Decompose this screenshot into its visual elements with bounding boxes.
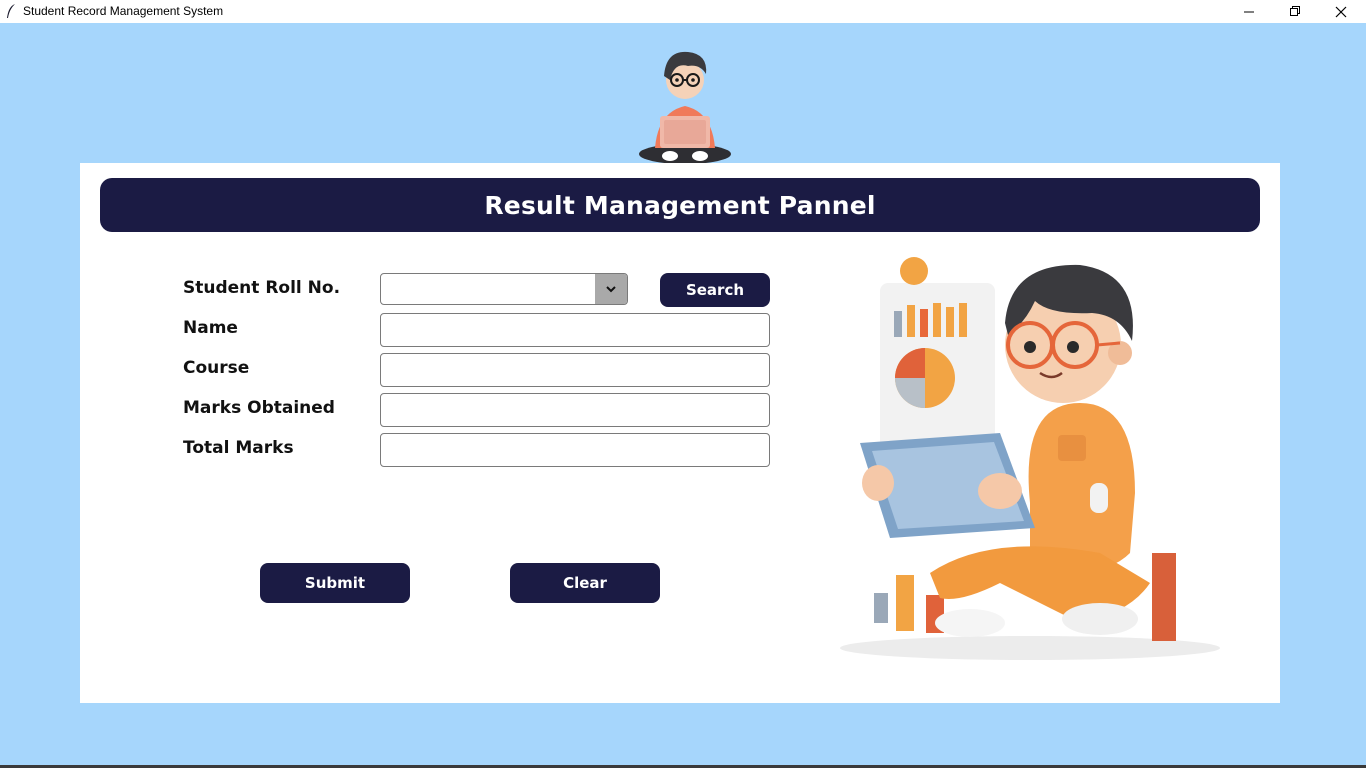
close-button[interactable]: [1318, 0, 1364, 23]
name-label: Name: [183, 318, 238, 338]
course-label: Course: [183, 358, 250, 378]
student-avatar-image: [639, 51, 731, 164]
window-titlebar: Student Record Management System: [0, 0, 1366, 23]
total-marks-label: Total Marks: [183, 438, 294, 458]
marks-obtained-field[interactable]: [380, 393, 770, 427]
chevron-down-icon: [606, 286, 616, 293]
panel-header: Result Management Pannel: [100, 178, 1260, 232]
maximize-button[interactable]: [1272, 0, 1318, 23]
restore-icon: [1289, 6, 1300, 16]
minimize-icon: [1243, 11, 1254, 13]
total-marks-field[interactable]: [380, 433, 770, 467]
name-field[interactable]: [380, 313, 770, 347]
minimize-button[interactable]: [1226, 0, 1272, 23]
window-title: Student Record Management System: [23, 4, 224, 18]
result-panel: Result Management Pannel Student Roll No…: [80, 163, 1280, 703]
student-tablet-illustration: [840, 257, 1220, 660]
page-title: Result Management Pannel: [484, 190, 876, 220]
marks-obtained-label: Marks Obtained: [183, 398, 335, 418]
course-field[interactable]: [380, 353, 770, 387]
search-button[interactable]: Search: [660, 273, 770, 307]
clear-button[interactable]: Clear: [510, 563, 660, 603]
dropdown-toggle[interactable]: [595, 274, 627, 304]
close-icon: [1335, 6, 1347, 17]
roll-number-combobox[interactable]: [380, 273, 628, 305]
submit-button[interactable]: Submit: [260, 563, 410, 603]
feather-icon: [7, 4, 15, 18]
roll-label: Student Roll No.: [183, 278, 341, 298]
